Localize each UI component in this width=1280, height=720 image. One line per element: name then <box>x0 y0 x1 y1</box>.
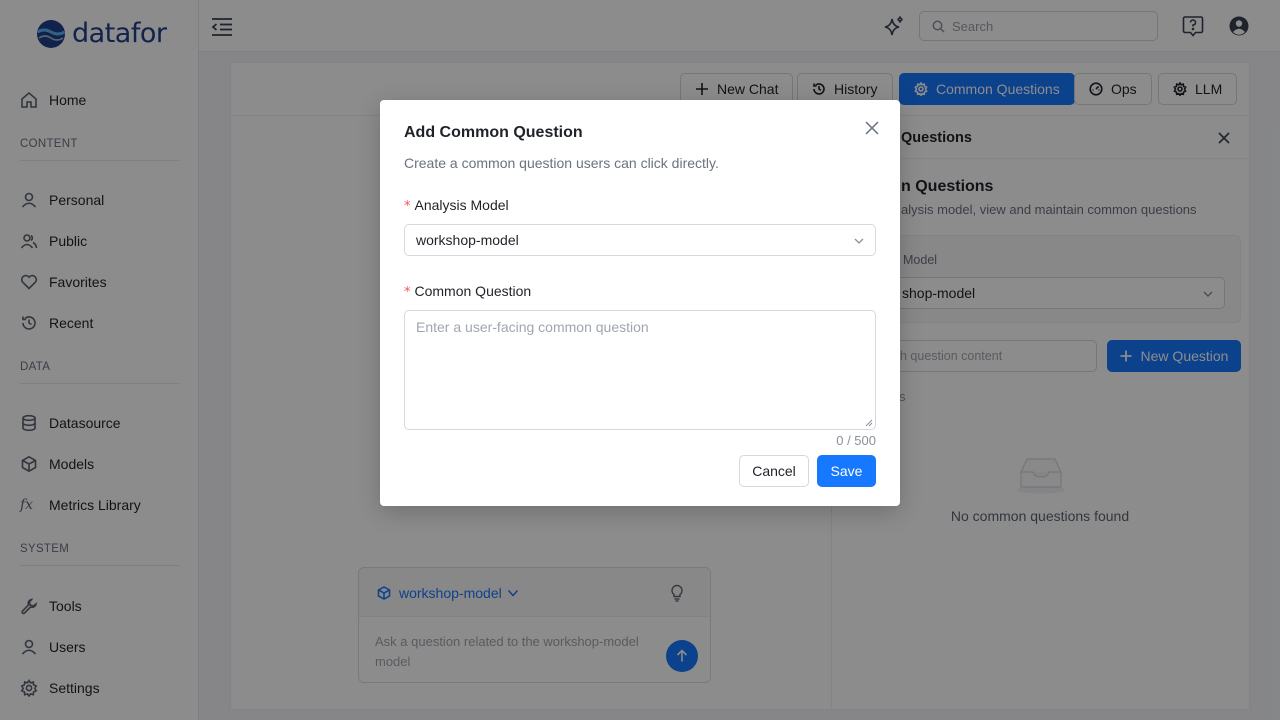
save-button[interactable]: Save <box>817 455 876 487</box>
close-icon[interactable] <box>865 121 879 135</box>
character-counter: 0 / 500 <box>836 433 876 448</box>
analysis-model-select[interactable]: workshop-model <box>404 224 876 256</box>
cancel-button[interactable]: Cancel <box>739 455 809 487</box>
common-question-textarea[interactable]: Enter a user-facing common question <box>404 310 876 430</box>
label-text: Analysis Model <box>414 197 509 213</box>
required-mark: * <box>404 199 411 214</box>
select-value: workshop-model <box>416 232 519 248</box>
resize-handle-icon[interactable] <box>865 419 873 427</box>
chevron-down-icon <box>854 238 864 244</box>
add-common-question-dialog: Add Common Question Create a common ques… <box>380 100 900 506</box>
required-mark: * <box>404 285 411 300</box>
analysis-model-label: * Analysis Model <box>404 197 509 214</box>
textarea-placeholder: Enter a user-facing common question <box>416 319 649 335</box>
dialog-description: Create a common question users can click… <box>404 155 719 171</box>
label-text: Common Question <box>414 283 532 299</box>
common-question-label: * Common Question <box>404 283 531 300</box>
dialog-title: Add Common Question <box>404 124 583 141</box>
